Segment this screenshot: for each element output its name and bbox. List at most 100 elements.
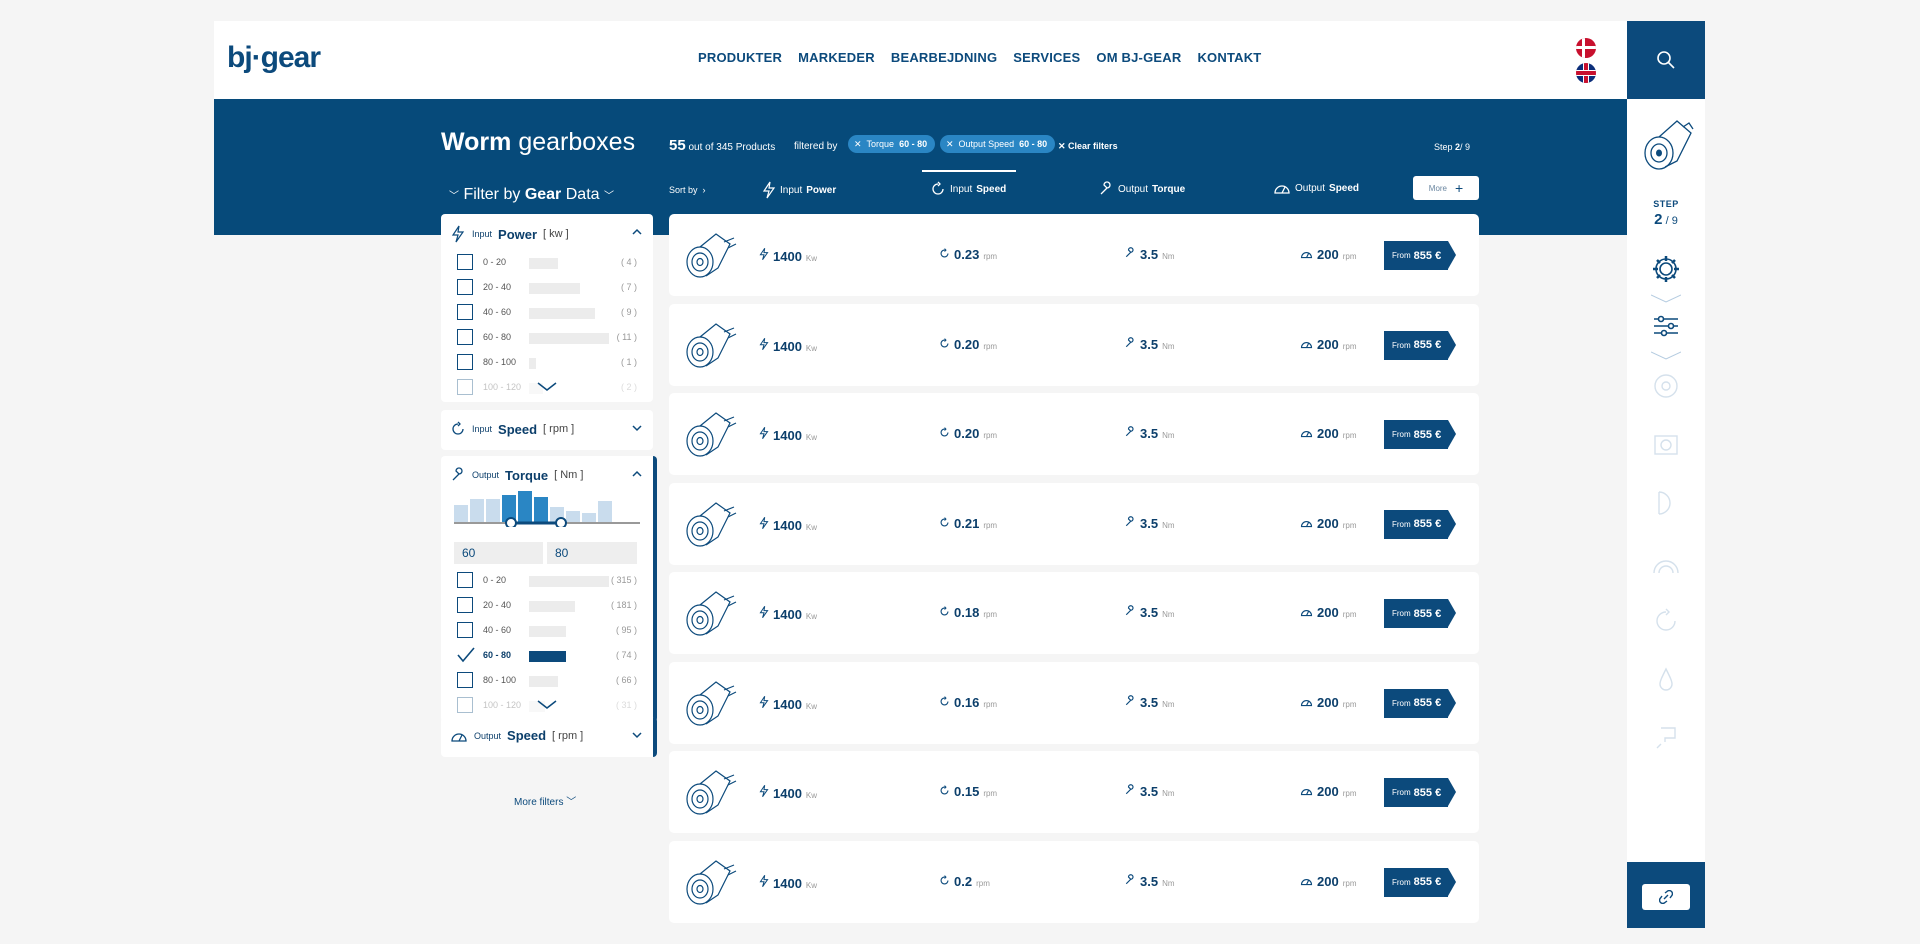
search-button[interactable] [1627, 21, 1705, 99]
ratio-icon[interactable] [1651, 547, 1681, 577]
shaft-icon[interactable] [1651, 488, 1681, 518]
checkbox[interactable] [457, 304, 473, 320]
checkbox[interactable] [457, 622, 473, 638]
filter-option[interactable]: 40 - 60 ( 95 ) [457, 622, 637, 638]
lightning-icon [451, 225, 465, 243]
nav-item-kontakt[interactable]: KONTAKT [1197, 50, 1261, 65]
chevron-down-icon[interactable] [632, 423, 642, 433]
product-card[interactable]: 1400 Kw 0.23 rpm 3.5 Nm 200 rpm From 855 € [669, 214, 1479, 296]
price-button[interactable]: From 855 € [1384, 330, 1456, 360]
filter-option[interactable]: 20 - 40 ( 181 ) [457, 597, 637, 613]
sort-tab-output-torque[interactable]: Output Torque [1098, 181, 1185, 197]
spec-output-torque: 3.5 Nm [1124, 874, 1175, 889]
price-button[interactable]: From 855 € [1384, 509, 1456, 539]
chevron-up-icon[interactable] [632, 227, 642, 237]
chevron-down-icon[interactable] [632, 730, 642, 740]
close-icon[interactable]: ✕ [854, 139, 862, 150]
lightning-icon [759, 337, 769, 350]
sort-tab-input-speed[interactable]: Input Speed [930, 181, 1006, 197]
spec-output-torque: 3.5 Nm [1124, 516, 1175, 531]
checkbox[interactable] [457, 572, 473, 588]
danish-flag-icon[interactable] [1576, 38, 1596, 58]
filter-option[interactable]: 60 - 80 ( 74 ) [457, 647, 637, 663]
price-button[interactable]: From 855 € [1384, 599, 1456, 628]
filter-option[interactable]: 0 - 20 ( 315 ) [457, 572, 637, 588]
gearbox-thumbnail [686, 680, 737, 726]
lightning-icon [759, 516, 769, 529]
nav-item-om-bj-gear[interactable]: OM BJ-GEAR [1096, 50, 1181, 65]
rotate-icon [940, 874, 949, 884]
gearbox-thumbnail [686, 412, 737, 457]
gear-icon[interactable] [1651, 254, 1681, 284]
filter-option[interactable]: 20 - 40 ( 7 ) [457, 279, 637, 295]
sliders-icon[interactable] [1651, 311, 1681, 341]
chevron-down-icon [1651, 294, 1681, 303]
uk-flag-icon[interactable] [1576, 63, 1596, 83]
logo[interactable]: bj·gear [227, 41, 321, 75]
scroll-more-chevron-icon[interactable] [537, 700, 557, 710]
option-share-bar [529, 258, 558, 269]
checkbox[interactable] [457, 329, 473, 345]
nav-item-markeder[interactable]: MARKEDER [798, 50, 875, 65]
filter-option[interactable]: 80 - 100 ( 66 ) [457, 672, 637, 688]
paint-icon[interactable] [1651, 724, 1681, 754]
product-card[interactable]: 1400 Kw 0.20 rpm 3.5 Nm 200 rpm From 855 € [669, 393, 1479, 475]
lightning-icon [759, 248, 769, 261]
checkbox[interactable] [457, 697, 473, 713]
clear-filters-button[interactable]: ✕ Clear filters [1058, 141, 1118, 152]
more-sort-button[interactable]: More + [1413, 176, 1479, 200]
price-button[interactable]: From 855 € [1384, 420, 1456, 449]
nav-item-services[interactable]: SERVICES [1013, 50, 1080, 65]
product-card[interactable]: 1400 Kw 0.15 rpm 3.5 Nm 200 rpm From 855 € [669, 751, 1479, 833]
torque-histogram-slider[interactable] [454, 491, 640, 527]
checkbox[interactable] [457, 254, 473, 270]
chevron-up-icon[interactable] [632, 469, 642, 479]
torque-min-input[interactable]: 60 [454, 542, 543, 564]
checkbox[interactable] [457, 279, 473, 295]
filter-option[interactable]: 0 - 20 ( 4 ) [457, 254, 637, 270]
price-button[interactable]: From 855 € [1384, 241, 1456, 270]
plus-icon: + [1455, 180, 1464, 196]
speedometer-icon [1274, 185, 1290, 194]
filter-option[interactable]: 40 - 60 ( 9 ) [457, 304, 637, 320]
spec-input-power: 1400 Kw [759, 695, 817, 712]
torque-max-input[interactable]: 80 [547, 542, 637, 564]
price-button[interactable]: From 855 € [1384, 778, 1456, 807]
scroll-more-chevron-icon[interactable] [537, 382, 557, 392]
checkbox[interactable] [457, 354, 473, 370]
product-card[interactable]: 1400 Kw 0.16 rpm 3.5 Nm 200 rpm From 855 € [669, 661, 1479, 744]
option-share-bar [529, 308, 595, 319]
mount-icon[interactable] [1651, 430, 1681, 460]
product-card[interactable]: 1400 Kw 0.18 rpm 3.5 Nm 200 rpm From 855 € [669, 572, 1479, 654]
nav-item-produkter[interactable]: PRODUKTER [698, 50, 782, 65]
disc-icon[interactable] [1651, 371, 1681, 401]
product-card[interactable]: 1400 Kw 0.2 rpm 3.5 Nm 200 rpm From 855 € [669, 840, 1479, 923]
option-share-bar [529, 676, 558, 687]
filter-panel-output-speed[interactable]: Output Speed[ rpm ] [441, 717, 657, 757]
close-icon[interactable]: ✕ [946, 139, 954, 150]
share-link-button[interactable] [1642, 884, 1690, 910]
oil-drop-icon[interactable] [1651, 665, 1681, 695]
product-card[interactable]: 1400 Kw 0.21 rpm 3.5 Nm 200 rpm From 855 € [669, 482, 1479, 565]
price-button[interactable]: From 855 € [1384, 867, 1456, 897]
checkmark-icon[interactable] [457, 647, 475, 663]
filter-by-gear-data-toggle[interactable]: ﹀ Filter by Gear Data ﹀ [449, 186, 614, 204]
filter-option[interactable]: 80 - 100 ( 1 ) [457, 354, 637, 370]
filter-chip-torque[interactable]: ✕ Torque 60 - 80 [848, 135, 936, 153]
price-button[interactable]: From 855 € [1384, 688, 1456, 718]
more-filters-button[interactable]: More filters ﹀ [514, 793, 576, 808]
filter-option[interactable]: 60 - 80 ( 11 ) [457, 329, 637, 345]
sort-tab-input-power[interactable]: Input Power [762, 181, 836, 199]
nav-item-bearbejdning[interactable]: BEARBEJDNING [891, 50, 997, 65]
spec-input-speed: 0.23 rpm [939, 247, 997, 262]
rotate-icon[interactable] [1651, 606, 1681, 636]
speedometer-icon [1300, 878, 1313, 885]
product-card[interactable]: 1400 Kw 0.20 rpm 3.5 Nm 200 rpm From 855 € [669, 303, 1479, 386]
filter-panel-input-speed[interactable]: Input Speed[ rpm ] [441, 410, 653, 450]
filter-panel-input-power: Input Power[ kw ] 0 - 20( 4 ) 20 - 40( 7 )… [441, 214, 653, 402]
checkbox[interactable] [457, 597, 473, 613]
sort-tab-output-speed[interactable]: Output Speed [1273, 181, 1359, 195]
checkbox[interactable] [457, 672, 473, 688]
checkbox[interactable] [457, 379, 473, 395]
filter-chip-output-speed[interactable]: ✕ Output Speed 60 - 80 [940, 135, 1056, 153]
